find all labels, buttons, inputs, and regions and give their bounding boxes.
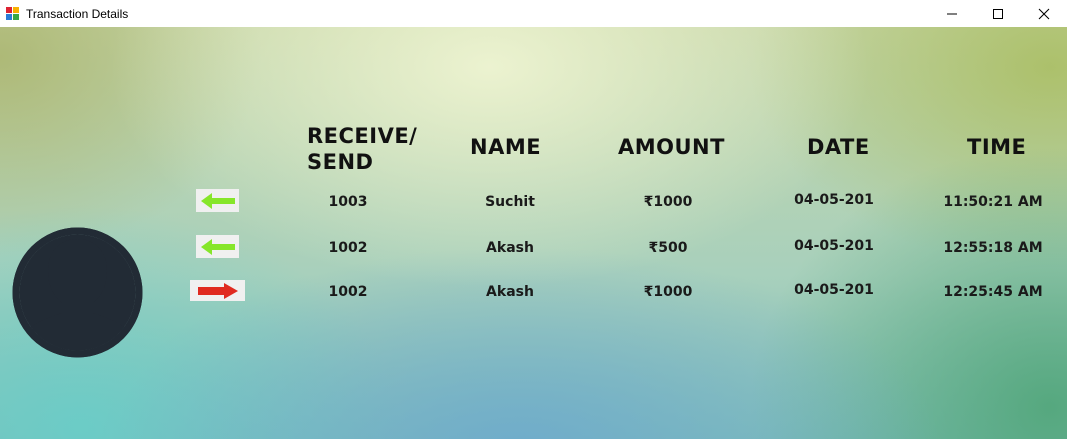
send-arrow-button[interactable]: [190, 280, 245, 301]
time-cell: 12:55:18 AM: [943, 240, 1043, 256]
header-date: DATE: [807, 135, 870, 159]
header-name: NAME: [470, 135, 542, 159]
app-icon: [6, 6, 20, 21]
minimize-button[interactable]: [929, 0, 975, 27]
header-amount: AMOUNT: [618, 135, 725, 159]
maximize-icon: [993, 8, 1003, 19]
date-cell: 04-05-201: [794, 238, 874, 254]
amount-cell: ₹1000: [643, 284, 693, 300]
maximize-button[interactable]: [975, 0, 1021, 27]
account-cell: 1003: [328, 194, 368, 210]
close-icon: [1038, 8, 1050, 19]
amount-cell: ₹1000: [643, 194, 693, 210]
amount-cell: ₹500: [648, 240, 688, 256]
window-title: Transaction Details: [26, 6, 129, 21]
transaction-panel: RECEIVE/ SEND NAME AMOUNT DATE TIME 1003…: [0, 27, 1067, 439]
receive-arrow-button[interactable]: [196, 189, 239, 212]
time-cell: 12:25:45 AM: [943, 284, 1043, 300]
date-cell: 04-05-201: [794, 282, 874, 298]
name-cell: Suchit: [485, 194, 535, 210]
header-receive-send: RECEIVE/ SEND: [307, 123, 417, 175]
avatar: [12, 227, 143, 358]
account-cell: 1002: [328, 284, 368, 300]
arrow-right-icon: [197, 282, 238, 299]
name-cell: Akash: [486, 240, 534, 256]
receive-arrow-button[interactable]: [196, 235, 239, 258]
time-cell: 11:50:21 AM: [943, 194, 1043, 210]
header-receive-line: RECEIVE/: [307, 124, 418, 148]
minimize-icon: [947, 13, 957, 14]
arrow-left-icon: [200, 192, 235, 209]
name-cell: Akash: [486, 284, 534, 300]
title-bar: Transaction Details: [0, 0, 1067, 27]
header-send-line: SEND: [307, 150, 374, 174]
header-time: TIME: [967, 135, 1027, 159]
close-button[interactable]: [1021, 0, 1067, 27]
account-cell: 1002: [328, 240, 368, 256]
date-cell: 04-05-201: [794, 192, 874, 208]
arrow-left-icon: [200, 238, 235, 255]
